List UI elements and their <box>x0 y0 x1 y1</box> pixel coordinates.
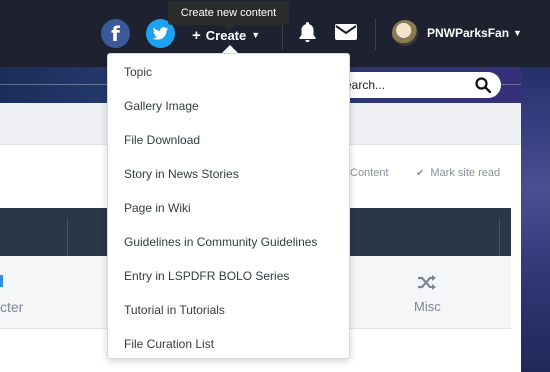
user-menu[interactable]: PNWParksFan ▼ <box>392 20 522 46</box>
page-backdrop <box>521 67 550 372</box>
plus-icon: + <box>192 26 201 44</box>
category-misc-label[interactable]: Misc <box>414 299 441 314</box>
mark-site-read-link[interactable]: ✔ Mark site read <box>416 167 500 179</box>
menu-item-gallery-image[interactable]: Gallery Image <box>124 97 199 115</box>
menu-item-guidelines[interactable]: Guidelines in Community Guidelines <box>124 233 317 251</box>
menu-item-news-story[interactable]: Story in News Stories <box>124 165 239 183</box>
search-placeholder: earch... <box>345 78 386 92</box>
menu-item-file-curation-list[interactable]: File Curation List <box>124 335 214 353</box>
search-icon[interactable] <box>475 77 492 96</box>
shuffle-icon[interactable] <box>417 274 437 296</box>
menu-item-bolo-entry[interactable]: Entry in LSPDFR BOLO Series <box>124 267 289 285</box>
caret-down-icon: ▼ <box>251 30 261 40</box>
bell-icon[interactable] <box>298 21 317 48</box>
tooltip: Create new content <box>168 1 289 25</box>
facebook-icon[interactable]: f <box>101 19 130 48</box>
username: PNWParksFan <box>427 26 510 40</box>
category-icon <box>0 275 3 287</box>
category-label[interactable]: cter <box>0 299 23 315</box>
menu-item-tutorial[interactable]: Tutorial in Tutorials <box>124 301 225 319</box>
menu-item-wiki-page[interactable]: Page in Wiki <box>124 199 191 217</box>
mark-site-read-label: Mark site read <box>430 167 501 179</box>
search-input[interactable]: earch... <box>331 72 501 98</box>
envelope-icon[interactable] <box>335 24 357 45</box>
menu-item-topic[interactable]: Topic <box>124 63 152 81</box>
tab-divider <box>67 218 68 256</box>
header-divider <box>375 18 376 50</box>
menu-arrow <box>222 45 238 53</box>
tab-divider <box>499 218 500 256</box>
content-link[interactable]: Content <box>350 167 389 179</box>
caret-down-icon: ▼ <box>513 28 522 38</box>
tooltip-arrow <box>223 25 235 31</box>
check-icon: ✔ <box>416 167 425 179</box>
menu-item-file-download[interactable]: File Download <box>124 131 200 149</box>
avatar <box>392 20 418 46</box>
create-menu: Topic Gallery Image File Download Story … <box>107 53 350 359</box>
